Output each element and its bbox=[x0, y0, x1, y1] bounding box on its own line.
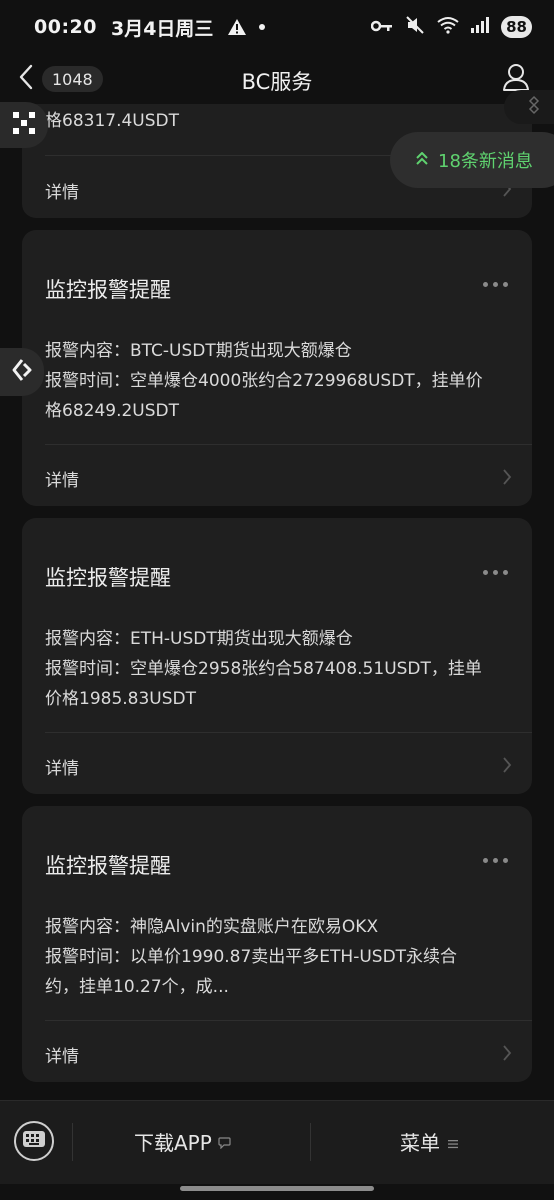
keyboard-icon bbox=[23, 1131, 45, 1151]
floating-okx-button[interactable] bbox=[0, 102, 48, 148]
divider bbox=[45, 444, 532, 445]
divider bbox=[45, 1020, 532, 1021]
status-date: 3月4日周三 bbox=[110, 17, 214, 40]
chat-bubble-icon bbox=[218, 1130, 231, 1154]
battery-indicator: 88 bbox=[501, 16, 532, 38]
alert-body-line: 报警内容：神隐Alvin的实盘账户在欧易OKX bbox=[45, 917, 379, 937]
alert-body-line: 报警时间：空单爆仓2958张约合587408.51USDT，挂单 bbox=[45, 659, 482, 679]
menu-divider bbox=[310, 1123, 311, 1161]
detail-link[interactable]: 详情 bbox=[45, 754, 79, 779]
chevron-right-icon bbox=[502, 756, 512, 778]
floating-binance-button[interactable] bbox=[504, 90, 554, 124]
message-card: 监控报警提醒 报警内容：ETH-USDT期货出现大额爆仓 报警时间：空单爆仓29… bbox=[22, 518, 532, 794]
alert-body: 报警内容：BTC-USDT期货出现大额爆仓 报警时间：空单爆仓4000张约合27… bbox=[45, 336, 502, 426]
alert-body-line: 价格1985.83USDT bbox=[45, 689, 197, 709]
bottom-menu-bar: 下载APP 菜单 bbox=[0, 1100, 554, 1184]
floating-share-button[interactable] bbox=[0, 348, 44, 396]
chevron-right-icon bbox=[502, 1044, 512, 1066]
detail-link[interactable]: 详情 bbox=[45, 466, 79, 491]
divider bbox=[45, 732, 532, 733]
detail-link[interactable]: 详情 bbox=[45, 1042, 79, 1067]
nav-bar: 1048 BC服务 bbox=[0, 54, 554, 104]
alert-body-line: 格68249.2USDT bbox=[45, 401, 180, 421]
mute-icon bbox=[405, 15, 425, 39]
message-card: 监控报警提醒 报警内容：神隐Alvin的实盘账户在欧易OKX 报警时间：以单价1… bbox=[22, 806, 532, 1082]
binance-logo-icon bbox=[524, 95, 544, 119]
okx-logo-icon bbox=[13, 112, 35, 138]
exchange-arrows-icon bbox=[10, 358, 34, 386]
home-indicator[interactable] bbox=[180, 1186, 374, 1191]
hamburger-icon bbox=[448, 1130, 458, 1154]
more-options-icon[interactable] bbox=[483, 570, 508, 575]
menu-label: 菜单 bbox=[400, 1131, 440, 1155]
detail-link[interactable]: 详情 bbox=[45, 178, 79, 203]
more-options-icon[interactable] bbox=[483, 858, 508, 863]
card-title: 监控报警提醒 bbox=[45, 566, 171, 590]
alert-body-line: 报警内容：BTC-USDT期货出现大额爆仓 bbox=[45, 341, 352, 361]
wifi-icon bbox=[437, 16, 459, 38]
key-icon bbox=[370, 18, 393, 37]
download-app-label: 下载APP bbox=[134, 1131, 212, 1155]
card-title: 监控报警提醒 bbox=[45, 854, 171, 878]
card-title: 监控报警提醒 bbox=[45, 278, 171, 302]
status-bar: 00:20 3月4日周三 88 bbox=[0, 0, 554, 54]
message-card: 监控报警提醒 报警内容：BTC-USDT期货出现大额爆仓 报警时间：空单爆仓40… bbox=[22, 230, 532, 506]
notification-dot-icon bbox=[259, 24, 266, 30]
alert-body: 报警内容：ETH-USDT期货出现大额爆仓 报警时间：空单爆仓2958张约合58… bbox=[45, 624, 502, 714]
alert-body: 报警内容：神隐Alvin的实盘账户在欧易OKX 报警时间：以单价1990.87卖… bbox=[45, 912, 502, 1002]
keyboard-toggle-button[interactable] bbox=[14, 1121, 54, 1161]
status-time: 00:20 bbox=[34, 16, 97, 38]
more-options-icon[interactable] bbox=[483, 282, 508, 287]
alert-body-line: 报警时间：空单爆仓4000张约合2729968USDT，挂单价 bbox=[45, 371, 483, 391]
new-messages-pill[interactable]: 18条新消息 bbox=[390, 132, 554, 188]
download-app-menu[interactable]: 下载APP bbox=[134, 1127, 231, 1156]
page-title: BC服务 bbox=[241, 70, 313, 94]
signal-icon bbox=[471, 17, 490, 37]
menu-menu[interactable]: 菜单 bbox=[400, 1127, 458, 1156]
menu-divider bbox=[72, 1123, 73, 1161]
chevron-right-icon bbox=[502, 468, 512, 490]
alert-body-line: 报警内容：ETH-USDT期货出现大额爆仓 bbox=[45, 629, 353, 649]
alert-body-line: 约，挂单10.27个，成... bbox=[45, 977, 229, 997]
double-chevron-up-icon bbox=[416, 150, 428, 171]
alert-body-line: 报警时间：以单价1990.87卖出平多ETH-USDT永续合 bbox=[45, 947, 458, 967]
warning-icon bbox=[227, 18, 247, 36]
new-messages-label: 18条新消息 bbox=[438, 151, 533, 172]
